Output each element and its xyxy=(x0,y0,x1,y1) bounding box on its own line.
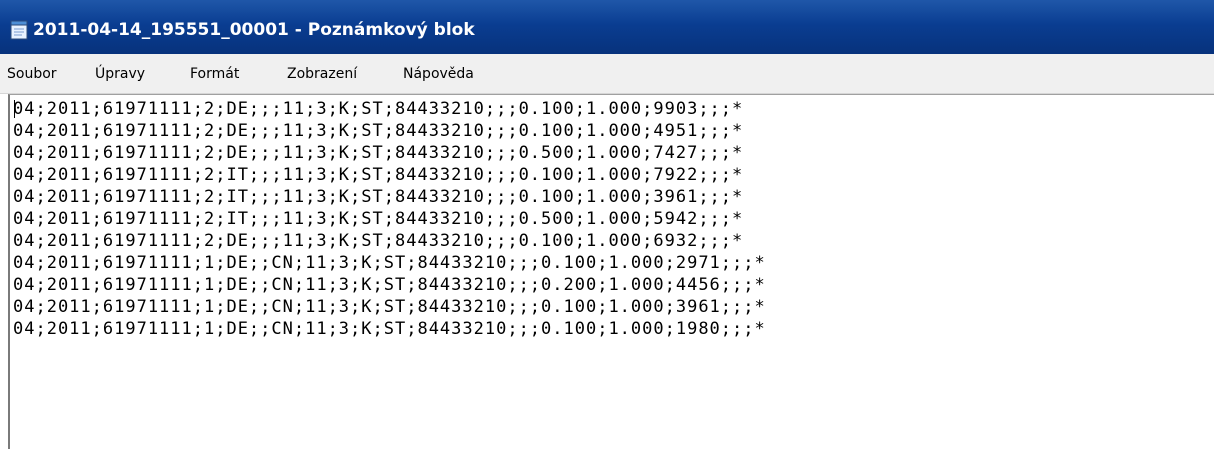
text-line: 04;2011;61971111;2;IT;;;11;3;K;ST;844332… xyxy=(13,165,744,185)
menu-bar: Soubor Úpravy Formát Zobrazení Nápověda xyxy=(0,54,1214,94)
menu-view[interactable]: Zobrazení xyxy=(287,64,357,84)
text-line: 04;2011;61971111;1;DE;;CN;11;3;K;ST;8443… xyxy=(13,319,766,339)
window-title: 2011-04-14_195551_00001 - Poznámkový blo… xyxy=(33,20,475,40)
text-line: 04;2011;61971111;1;DE;;CN;11;3;K;ST;8443… xyxy=(13,297,766,317)
text-line: 04;2011;61971111;1;DE;;CN;11;3;K;ST;8443… xyxy=(13,253,766,273)
text-line: 04;2011;61971111;2;DE;;;11;3;K;ST;844332… xyxy=(13,143,744,163)
menu-help[interactable]: Nápověda xyxy=(403,64,474,84)
menu-file[interactable]: Soubor xyxy=(7,64,57,84)
text-lines: 04;2011;61971111;2;DE;;;11;3;K;ST;844332… xyxy=(13,98,766,340)
text-line: 04;2011;61971111;2;IT;;;11;3;K;ST;844332… xyxy=(13,209,744,229)
menu-edit[interactable]: Úpravy xyxy=(95,64,145,84)
title-bar[interactable]: 2011-04-14_195551_00001 - Poznámkový blo… xyxy=(0,0,1214,54)
notepad-icon xyxy=(9,20,29,40)
text-line: 04;2011;61971111;2;IT;;;11;3;K;ST;844332… xyxy=(13,187,744,207)
text-line: 04;2011;61971111;1;DE;;CN;11;3;K;ST;8443… xyxy=(13,275,766,295)
menu-format[interactable]: Formát xyxy=(190,64,239,84)
text-editor[interactable]: 04;2011;61971111;2;DE;;;11;3;K;ST;844332… xyxy=(8,94,1214,449)
text-line: 04;2011;61971111;2;DE;;;11;3;K;ST;844332… xyxy=(13,231,744,251)
text-line: 04;2011;61971111;2;DE;;;11;3;K;ST;844332… xyxy=(13,121,744,141)
text-line: 04;2011;61971111;2;DE;;;11;3;K;ST;844332… xyxy=(13,99,744,119)
